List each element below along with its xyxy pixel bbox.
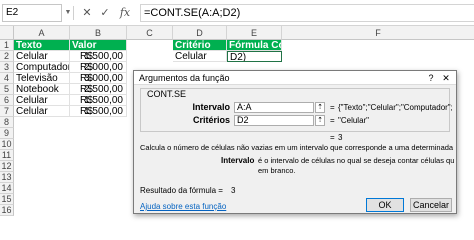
help-link[interactable]: Ajuda sobre esta função	[140, 202, 226, 211]
function-description: Calcula o número de células não vazias e…	[140, 143, 454, 152]
cell-d2-criterio[interactable]: Celular	[173, 51, 227, 62]
cell-a7[interactable]: Celular	[14, 106, 70, 117]
cell-a2[interactable]: Celular	[14, 51, 70, 62]
cell-a4[interactable]: Televisão	[14, 73, 70, 84]
cell-b6[interactable]: R$ 1.500,00	[70, 95, 127, 106]
criterios-input[interactable]: D2	[234, 115, 314, 126]
name-box[interactable]: E2	[2, 4, 62, 22]
arg-help-label: Intervalo	[221, 156, 255, 165]
cell-b4[interactable]: R$ 3.000,00	[70, 73, 127, 84]
cell-value: 1.500,00	[84, 51, 123, 62]
function-name: CONT.SE	[145, 89, 189, 99]
cell-value: 3.000,00	[84, 73, 123, 84]
formula-result-label: Resultado da fórmula =	[140, 186, 223, 195]
intervalo-input[interactable]: A:A	[234, 102, 314, 113]
row-header[interactable]: 8	[0, 117, 14, 128]
column-header-b[interactable]: B	[70, 26, 127, 40]
cell-b1-valor-header[interactable]: Valor	[70, 40, 127, 51]
cell-value: 2.500,00	[84, 84, 123, 95]
cell-e2-active[interactable]: D2)	[227, 51, 282, 62]
close-icon[interactable]: ✕	[440, 72, 452, 84]
ok-button[interactable]: OK	[366, 198, 404, 212]
arg-help-text: é o intervalo de células no qual se dese…	[258, 156, 454, 165]
cell-e1-formula-header[interactable]: Fórmula Cont	[227, 40, 282, 51]
row-header[interactable]: 10	[0, 139, 14, 150]
cell-b5[interactable]: R$ 2.500,00	[70, 84, 127, 95]
cell-a5[interactable]: Notebook	[14, 84, 70, 95]
collapse-dialog-icon[interactable]: ⇡	[315, 115, 325, 126]
cell-a3[interactable]: Computador	[14, 62, 70, 73]
cell-b3[interactable]: R$ 2.000,00	[70, 62, 127, 73]
intervalo-result: {"Texto";"Celular";"Computador";"Tel...	[338, 103, 452, 112]
cell-value: 2.000,00	[84, 62, 123, 73]
row-header[interactable]: 9	[0, 128, 14, 139]
column-header-a[interactable]: A	[14, 26, 70, 40]
cell-a6[interactable]: Celular	[14, 95, 70, 106]
criterios-result: "Celular"	[338, 116, 370, 125]
dialog-title: Argumentos da função	[134, 71, 456, 85]
cell-a1-texto-header[interactable]: Texto	[14, 40, 70, 51]
cell-value: 1.500,00	[84, 106, 123, 117]
confirm-entry-icon[interactable]: ✓	[98, 4, 112, 22]
row-header[interactable]: 16	[0, 205, 14, 216]
cell-b7[interactable]: R$ 1.500,00	[70, 106, 127, 117]
column-header-e[interactable]: E	[227, 26, 282, 40]
row-header[interactable]: 14	[0, 183, 14, 194]
equals-sign: =	[330, 116, 335, 125]
cancel-button[interactable]: Cancelar	[410, 198, 452, 212]
column-header-d[interactable]: D	[173, 26, 227, 40]
row-header[interactable]: 6	[0, 95, 14, 106]
function-arguments-dialog: Argumentos da função ? ✕ CONT.SE Interva…	[133, 70, 457, 214]
row-header[interactable]: 7	[0, 106, 14, 117]
row-header[interactable]: 15	[0, 194, 14, 205]
equals-sign: =	[330, 103, 335, 112]
name-box-dropdown-icon[interactable]: ▼	[64, 4, 72, 22]
arg-label-intervalo: Intervalo	[192, 102, 230, 112]
equals-sign: =	[330, 133, 335, 142]
arg-label-criterios: Critérios	[192, 115, 230, 125]
column-header-c[interactable]: C	[127, 26, 173, 40]
insert-function-icon[interactable]: fx	[116, 4, 134, 22]
cell-b2[interactable]: R$ 1.500,00	[70, 51, 127, 62]
formula-input[interactable]: =CONT.SE(A:A;D2)	[140, 4, 474, 22]
formula-result-value: 3	[231, 186, 236, 195]
column-header-f[interactable]: F	[282, 26, 474, 40]
cell-d1-criterio-header[interactable]: Critério	[173, 40, 227, 51]
row-header[interactable]: 12	[0, 161, 14, 172]
row-header[interactable]: 13	[0, 172, 14, 183]
collapse-dialog-icon[interactable]: ⇡	[315, 102, 325, 113]
function-result: 3	[338, 133, 343, 142]
select-all-corner[interactable]	[0, 26, 14, 40]
row-header[interactable]: 2	[0, 51, 14, 62]
help-icon[interactable]: ?	[425, 72, 437, 84]
cancel-entry-icon[interactable]: ✕	[80, 4, 94, 22]
formula-bar-divider	[73, 6, 74, 20]
row-header[interactable]: 4	[0, 73, 14, 84]
arg-help-text-continued: em branco.	[258, 166, 296, 175]
row-header[interactable]: 1	[0, 40, 14, 51]
formula-bar: E2 ▼ ✕ ✓ fx =CONT.SE(A:A;D2)	[0, 0, 474, 26]
cell-value: 1.500,00	[84, 95, 123, 106]
row-header[interactable]: 11	[0, 150, 14, 161]
row-header[interactable]: 3	[0, 62, 14, 73]
row-header[interactable]: 5	[0, 84, 14, 95]
